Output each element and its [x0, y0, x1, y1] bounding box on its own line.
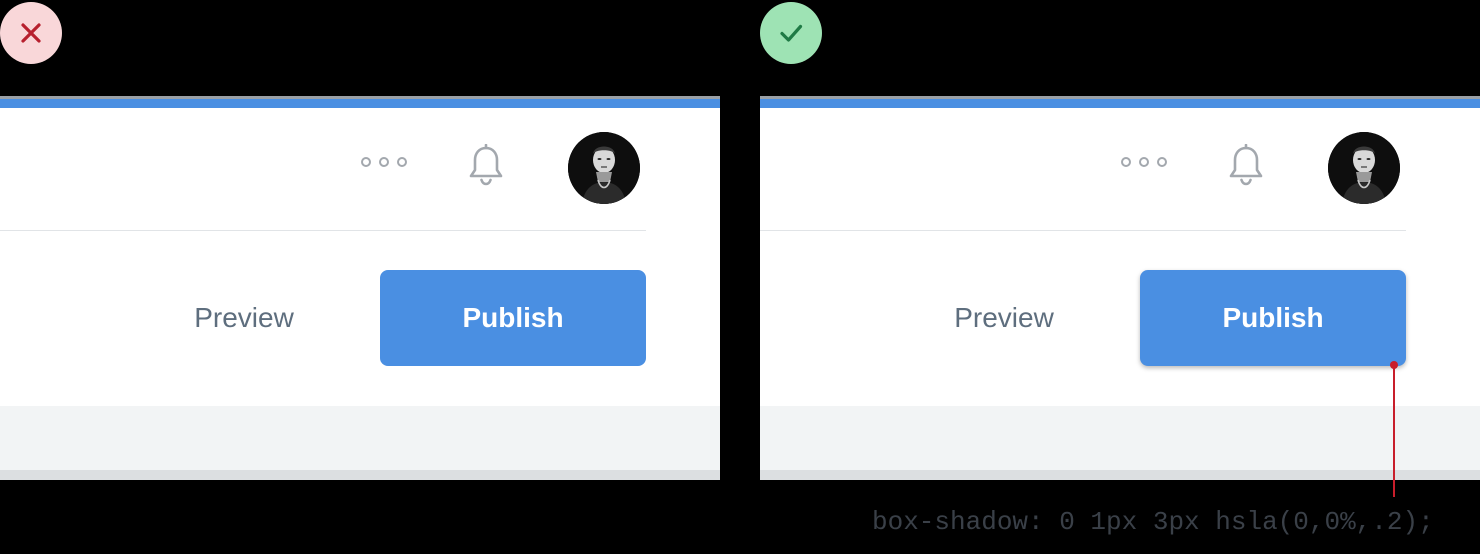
toolbar-divider — [0, 230, 646, 231]
publish-button[interactable]: Publish — [1140, 270, 1406, 366]
footer-strip — [0, 406, 720, 470]
publish-button[interactable]: Publish — [380, 270, 646, 366]
callout-line — [1393, 364, 1395, 497]
user-avatar[interactable] — [568, 132, 640, 204]
check-icon — [780, 24, 803, 42]
close-icon — [21, 23, 41, 43]
user-avatar[interactable] — [1328, 132, 1400, 204]
preview-button[interactable]: Preview — [160, 270, 328, 366]
correct-example-panel: Preview Publish — [760, 96, 1480, 480]
box-shadow-code-annotation: box-shadow: 0 1px 3px hsla(0,0%,.2); — [872, 507, 1434, 537]
dot — [1139, 157, 1149, 167]
panel-bottom-edge — [760, 470, 1480, 480]
panel-top-border — [0, 96, 720, 108]
dot — [361, 157, 371, 167]
accent-bar — [0, 99, 720, 108]
incorrect-badge — [0, 2, 62, 64]
toolbar-divider — [760, 230, 1406, 231]
more-horizontal-icon[interactable] — [361, 154, 407, 170]
dot — [397, 157, 407, 167]
bell-icon[interactable] — [1226, 144, 1266, 186]
callout-dot — [1390, 361, 1398, 369]
bell-icon[interactable] — [466, 144, 506, 186]
dot — [1121, 157, 1131, 167]
panel-bottom-edge — [0, 470, 720, 480]
more-horizontal-icon[interactable] — [1121, 154, 1167, 170]
panel-top-border — [760, 96, 1480, 108]
correct-badge — [760, 2, 822, 64]
accent-bar — [760, 99, 1480, 108]
preview-button[interactable]: Preview — [920, 270, 1088, 366]
dot — [1157, 157, 1167, 167]
footer-strip — [760, 406, 1480, 470]
dot — [379, 157, 389, 167]
incorrect-example-panel: Preview Publish — [0, 96, 720, 480]
